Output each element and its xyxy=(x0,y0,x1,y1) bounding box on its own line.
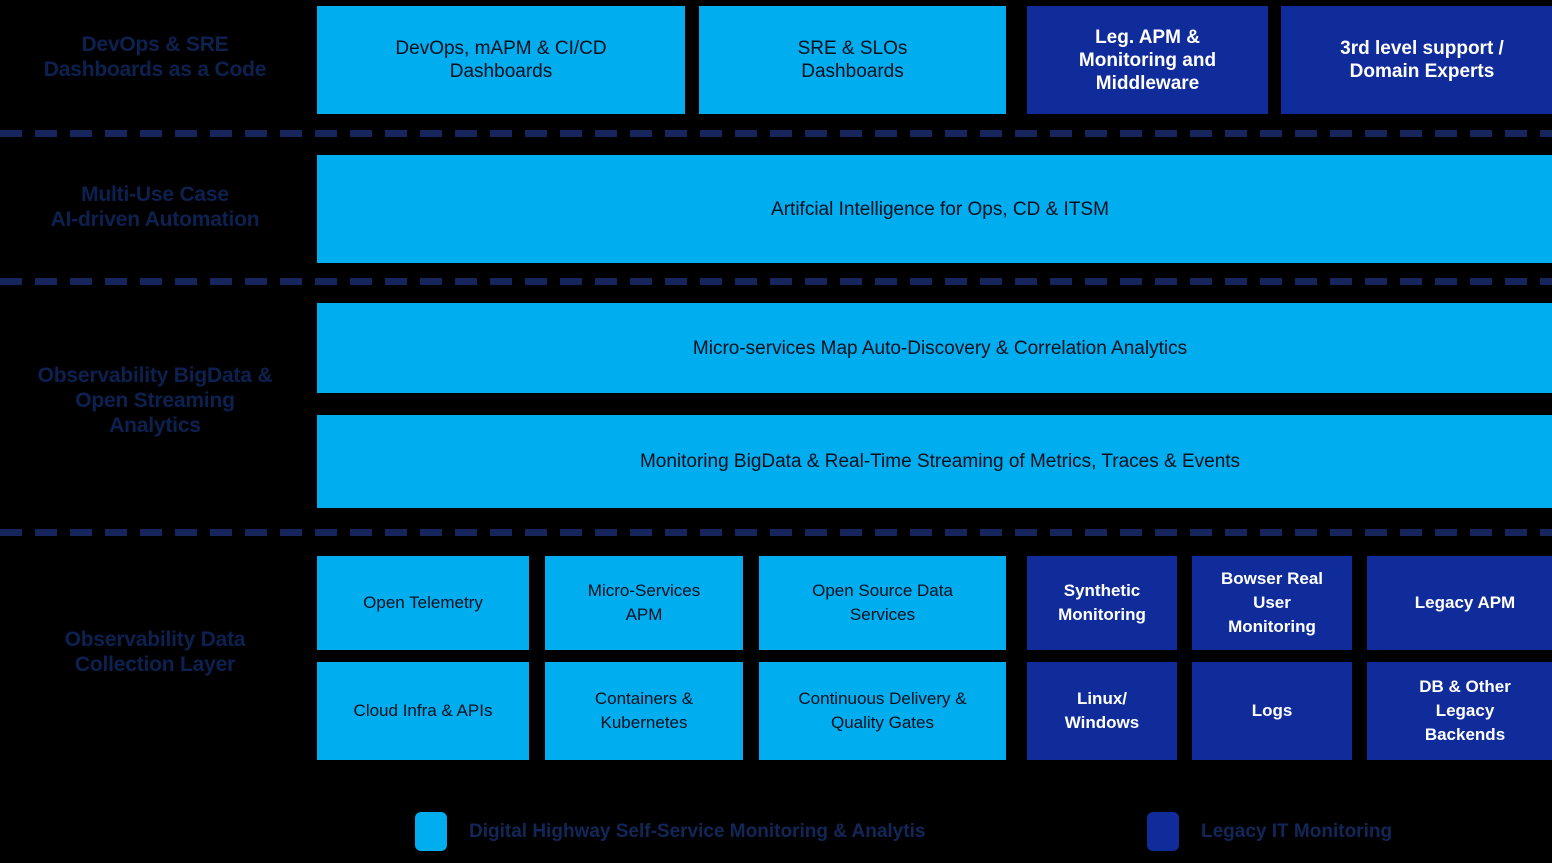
box-sre-slos-dashboards[interactable]: SRE & SLOs Dashboards xyxy=(699,6,1006,114)
divider-row3-row4 xyxy=(0,529,1552,536)
box-legacy-apm[interactable]: Legacy APM xyxy=(1367,556,1552,650)
legend-item-digital-highway: Digital Highway Self-Service Monitoring … xyxy=(415,812,925,851)
box-linux-windows[interactable]: Linux/ Windows xyxy=(1027,662,1177,760)
box-open-telemetry[interactable]: Open Telemetry xyxy=(317,556,529,650)
box-db-other-legacy-backends[interactable]: DB & Other Legacy Backends xyxy=(1367,662,1552,760)
row-label-observability-bigdata: Observability BigData & Open Streaming A… xyxy=(37,364,273,437)
architecture-diagram: DevOps & SRE Dashboards as a Code DevOps… xyxy=(0,0,1552,863)
box-containers-kubernetes[interactable]: Containers & Kubernetes xyxy=(545,662,743,760)
row-label-devops-sre: DevOps & SRE Dashboards as a Code xyxy=(43,33,267,81)
box-monitoring-bigdata-realtime-streaming[interactable]: Monitoring BigData & Real-Time Streaming… xyxy=(317,415,1552,508)
row-label-observability-data-collection: Observability Data Collection Layer xyxy=(64,628,246,676)
legend-swatch-cyan-icon xyxy=(415,812,447,851)
box-browser-real-user-monitoring[interactable]: Bowser Real User Monitoring xyxy=(1192,556,1352,650)
box-synthetic-monitoring[interactable]: Synthetic Monitoring xyxy=(1027,556,1177,650)
box-legacy-apm-monitoring-middleware[interactable]: Leg. APM & Monitoring and Middleware xyxy=(1027,6,1268,114)
divider-row2-row3 xyxy=(0,278,1552,285)
box-open-source-data-services[interactable]: Open Source Data Services xyxy=(759,556,1006,650)
box-logs[interactable]: Logs xyxy=(1192,662,1352,760)
box-artificial-intelligence-ops-cd-itsm[interactable]: Artifcial Intelligence for Ops, CD & ITS… xyxy=(317,155,1552,263)
legend-label-digital-highway: Digital Highway Self-Service Monitoring … xyxy=(469,820,926,842)
row-label-multi-use-case-ai: Multi-Use Case AI-driven Automation xyxy=(50,183,260,231)
box-microservices-map-auto-discovery[interactable]: Micro-services Map Auto-Discovery & Corr… xyxy=(317,303,1552,393)
box-continuous-delivery-quality-gates[interactable]: Continuous Delivery & Quality Gates xyxy=(759,662,1006,760)
box-devops-mapm-cicd-dashboards[interactable]: DevOps, mAPM & CI/CD Dashboards xyxy=(317,6,685,114)
legend-swatch-navy-icon xyxy=(1147,812,1179,851)
legend-item-legacy-it: Legacy IT Monitoring xyxy=(1147,812,1392,851)
box-cloud-infra-apis[interactable]: Cloud Infra & APIs xyxy=(317,662,529,760)
box-micro-services-apm[interactable]: Micro-Services APM xyxy=(545,556,743,650)
legend-label-legacy-it: Legacy IT Monitoring xyxy=(1201,820,1393,842)
divider-row1-row2 xyxy=(0,130,1552,137)
box-third-level-support-domain-experts[interactable]: 3rd level support / Domain Experts xyxy=(1281,6,1552,114)
